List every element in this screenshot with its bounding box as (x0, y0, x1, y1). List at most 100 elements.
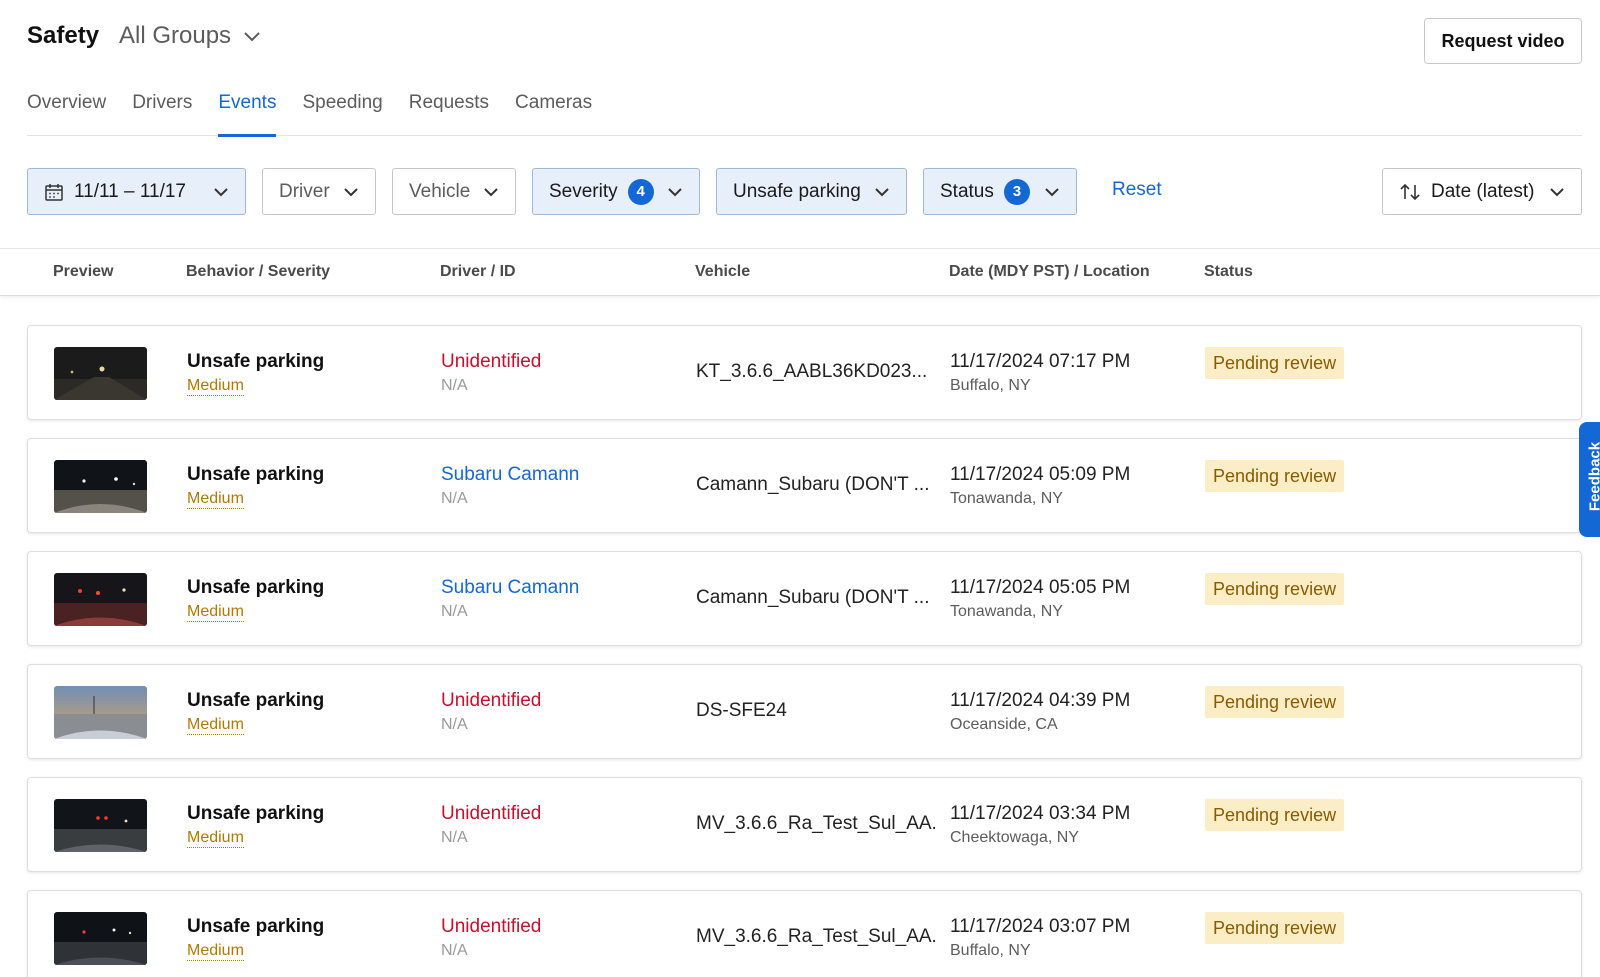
page-title: Safety (27, 22, 100, 49)
tab-bar: Overview Drivers Events Speeding Request… (27, 88, 1582, 137)
column-date-location[interactable]: Date (MDY PST) / Location (949, 263, 1150, 281)
behavior-label: Unsafe parking (187, 690, 325, 711)
group-selector-label: All Groups (119, 22, 232, 49)
behavior-filter[interactable]: Unsafe parking (716, 168, 907, 215)
event-datetime: 11/17/2024 07:17 PM (950, 351, 1131, 372)
chevron-down-icon (244, 32, 260, 42)
chevron-down-icon (484, 187, 498, 196)
column-status[interactable]: Status (1204, 263, 1253, 281)
event-datetime: 11/17/2024 05:09 PM (950, 464, 1131, 485)
driver-name: Unidentified (441, 690, 542, 711)
table-row[interactable]: Unsafe parking Medium Unidentified N/A D… (27, 664, 1582, 759)
status-badge: Pending review (1205, 912, 1345, 944)
date-range-label: 11/11 – 11/17 (74, 180, 186, 202)
video-thumbnail[interactable] (54, 347, 147, 400)
driver-name-link[interactable]: Subaru Camann (441, 577, 579, 599)
table-row[interactable]: Unsafe parking Medium Unidentified N/A K… (27, 325, 1582, 420)
behavior-label: Unsafe parking (187, 916, 325, 937)
sort-arrows-icon (1400, 183, 1420, 200)
tab-requests[interactable]: Requests (409, 88, 489, 136)
event-location: Cheektowaga, NY (950, 829, 1079, 846)
behavior-label: Unsafe parking (187, 464, 325, 485)
tab-speeding[interactable]: Speeding (302, 88, 382, 136)
reset-filters-link[interactable]: Reset (1112, 179, 1162, 201)
table-row[interactable]: Unsafe parking Medium Unidentified N/A M… (27, 777, 1582, 872)
feedback-tab[interactable]: Feedback (1579, 422, 1600, 537)
column-driver[interactable]: Driver / ID (440, 263, 516, 281)
video-thumbnail[interactable] (54, 686, 147, 739)
vehicle-name: MV_3.6.6_Ra_Test_Sul_AA... (696, 813, 936, 834)
event-datetime: 11/17/2024 03:34 PM (950, 803, 1131, 824)
request-video-button[interactable]: Request video (1424, 18, 1582, 64)
driver-id: N/A (441, 377, 468, 394)
chevron-down-icon (1550, 187, 1564, 196)
video-thumbnail[interactable] (54, 573, 147, 626)
date-range-filter[interactable]: 11/11 – 11/17 (27, 168, 246, 215)
severity-label: Medium (187, 716, 244, 735)
driver-id: N/A (441, 490, 468, 507)
chevron-down-icon (214, 187, 228, 196)
status-filter[interactable]: Status 3 (923, 168, 1077, 215)
feedback-label: Feedback (1586, 441, 1600, 512)
driver-name-link[interactable]: Subaru Camann (441, 464, 579, 486)
severity-label: Medium (187, 377, 244, 396)
page-header: Safety All Groups Request video (27, 18, 1582, 64)
behavior-filter-label: Unsafe parking (733, 180, 861, 202)
status-badge: Pending review (1205, 460, 1345, 492)
column-vehicle[interactable]: Vehicle (695, 263, 750, 281)
calendar-icon (45, 183, 63, 201)
chevron-down-icon (1045, 187, 1059, 196)
column-preview: Preview (53, 263, 114, 280)
severity-filter-label: Severity (549, 180, 618, 202)
chevron-down-icon (875, 187, 889, 196)
sort-label: Date (latest) (1431, 180, 1535, 202)
table-row[interactable]: Unsafe parking Medium Subaru Camann N/A … (27, 438, 1582, 533)
group-selector[interactable]: All Groups (119, 22, 261, 50)
driver-id: N/A (441, 603, 468, 620)
sort-select[interactable]: Date (latest) (1382, 168, 1582, 215)
vehicle-name: Camann_Subaru (DON'T ... (696, 474, 930, 495)
status-count-badge: 3 (1003, 178, 1030, 205)
status-filter-label: Status (940, 180, 994, 202)
table-header: Preview Behavior / Severity Driver / ID … (0, 248, 1600, 296)
driver-id: N/A (441, 942, 468, 959)
status-badge: Pending review (1205, 573, 1345, 605)
severity-count-badge: 4 (627, 178, 654, 205)
table-row[interactable]: Unsafe parking Medium Unidentified N/A M… (27, 890, 1582, 977)
video-thumbnail[interactable] (54, 460, 147, 513)
severity-label: Medium (187, 603, 244, 622)
vehicle-filter-label: Vehicle (409, 180, 471, 202)
severity-label: Medium (187, 829, 244, 848)
driver-filter-label: Driver (279, 180, 330, 202)
tab-drivers[interactable]: Drivers (132, 88, 192, 136)
event-location: Buffalo, NY (950, 942, 1031, 959)
status-badge: Pending review (1205, 799, 1345, 831)
event-datetime: 11/17/2024 04:39 PM (950, 690, 1131, 711)
driver-id: N/A (441, 829, 468, 846)
status-badge: Pending review (1205, 686, 1345, 718)
video-thumbnail[interactable] (54, 912, 147, 965)
severity-label: Medium (187, 490, 244, 509)
vehicle-name: MV_3.6.6_Ra_Test_Sul_AA... (696, 926, 936, 947)
event-location: Tonawanda, NY (950, 603, 1063, 620)
severity-label: Medium (187, 942, 244, 961)
event-location: Buffalo, NY (950, 377, 1031, 394)
driver-id: N/A (441, 716, 468, 733)
status-badge: Pending review (1205, 347, 1345, 379)
driver-filter[interactable]: Driver (262, 168, 376, 215)
tab-events[interactable]: Events (218, 88, 277, 137)
event-location: Oceanside, CA (950, 716, 1058, 733)
behavior-label: Unsafe parking (187, 577, 325, 598)
video-thumbnail[interactable] (54, 799, 147, 852)
vehicle-name: KT_3.6.6_AABL36KD023... (696, 361, 928, 382)
vehicle-name: Camann_Subaru (DON'T ... (696, 587, 930, 608)
table-row[interactable]: Unsafe parking Medium Subaru Camann N/A … (27, 551, 1582, 646)
driver-name: Unidentified (441, 916, 542, 937)
tab-cameras[interactable]: Cameras (515, 88, 592, 136)
severity-filter[interactable]: Severity 4 (532, 168, 700, 215)
vehicle-filter[interactable]: Vehicle (392, 168, 516, 215)
tab-overview[interactable]: Overview (27, 88, 106, 136)
column-behavior[interactable]: Behavior / Severity (186, 263, 330, 281)
driver-name: Unidentified (441, 803, 542, 824)
filter-bar: 11/11 – 11/17 Driver Vehicle Severity 4 … (27, 168, 1582, 216)
